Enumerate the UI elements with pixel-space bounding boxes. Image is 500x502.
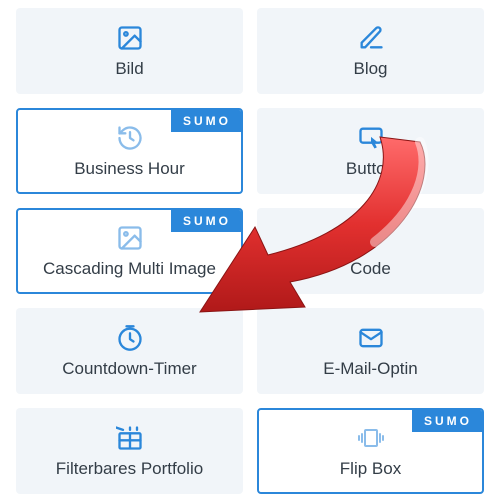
tile-label: Filterbares Portfolio (18, 459, 241, 479)
flip-icon (356, 423, 386, 453)
mail-icon (357, 323, 385, 353)
module-grid: Bild Blog SUMO Business Hour Button SUMO… (0, 0, 500, 502)
tile-label: Button (259, 159, 482, 179)
tile-business-hour[interactable]: SUMO Business Hour (16, 108, 243, 194)
tile-label: Bild (18, 59, 241, 79)
edit-icon (357, 23, 385, 53)
tile-cascading[interactable]: SUMO Cascading Multi Image (16, 208, 243, 294)
tile-bild[interactable]: Bild (16, 8, 243, 94)
tile-button[interactable]: Button (257, 108, 484, 194)
sumo-badge: SUMO (171, 110, 241, 132)
tile-code[interactable]: Code (257, 208, 484, 294)
tile-label: Business Hour (18, 159, 241, 179)
clock-back-icon (116, 123, 144, 153)
image-icon (116, 223, 144, 253)
tile-label: E-Mail-Optin (259, 359, 482, 379)
sumo-badge: SUMO (171, 210, 241, 232)
code-icon (357, 223, 385, 253)
tile-blog[interactable]: Blog (257, 8, 484, 94)
image-icon (116, 23, 144, 53)
clock-icon (116, 323, 144, 353)
tile-label: Cascading Multi Image (18, 259, 241, 279)
tile-label: Blog (259, 59, 482, 79)
tile-label: Flip Box (259, 459, 482, 479)
tile-label: Countdown-Timer (18, 359, 241, 379)
button-click-icon (357, 123, 385, 153)
sumo-badge: SUMO (412, 410, 482, 432)
tile-flipbox[interactable]: SUMO Flip Box (257, 408, 484, 494)
grid-icon (116, 423, 144, 453)
tile-email[interactable]: E-Mail-Optin (257, 308, 484, 394)
tile-label: Code (259, 259, 482, 279)
tile-countdown[interactable]: Countdown-Timer (16, 308, 243, 394)
tile-portfolio[interactable]: Filterbares Portfolio (16, 408, 243, 494)
